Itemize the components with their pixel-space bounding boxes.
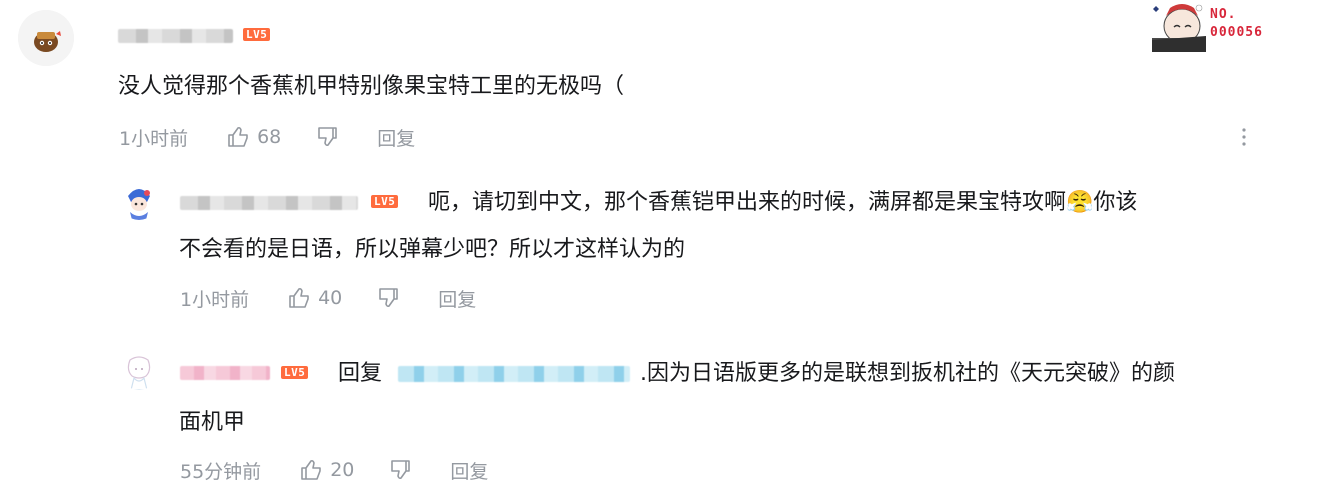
reply-text-line1: 呃，请切到中文，那个香蕉铠甲出来的时候，满屏都是果宝特攻啊😤你该 [428,190,1138,215]
mention-link-redacted[interactable] [398,366,630,382]
reply-avatar[interactable] [120,182,158,220]
reply-time: 55分钟前 [180,460,262,483]
comment-time: 1小时前 [119,127,189,150]
dislike-button[interactable] [315,125,339,149]
commenter-avatar[interactable] [18,10,74,66]
reply-avatar[interactable] [120,352,158,390]
reply-actions: 1小时前 40 回复 [180,283,476,313]
reply-time: 1小时前 [180,288,250,311]
level-badge: LV5 [281,366,309,379]
like-count: 40 [318,287,343,309]
level-badge: LV5 [243,28,271,41]
username-redacted[interactable] [180,366,270,380]
dislike-button[interactable] [376,286,400,310]
reply-button[interactable]: 回复 [450,457,488,484]
like-button[interactable]: 20 [299,458,354,482]
reply-text-line1: .因为日语版更多的是联想到扳机社的《天元突破》的颜 [640,361,1175,386]
reply-text-line2: 不会看的是日语，所以弹幕少吧？所以才这样认为的 [179,237,686,262]
fan-badge: NO. 000056 [1152,0,1282,52]
avatar-image [120,182,158,220]
reply-actions: 55分钟前 20 回复 [180,455,488,485]
comment-text: 没人觉得那个香蕉机甲特别像果宝特工里的无极吗（ [118,74,625,99]
reply-button[interactable]: 回复 [438,285,476,312]
thumbs-down-icon [391,460,411,480]
avatar-image [120,352,158,390]
more-options-button[interactable] [1236,122,1252,152]
dislike-button[interactable] [388,458,412,482]
reply-prefix: 回复 [338,361,383,386]
avatar-image [18,10,74,66]
thumbs-up-icon [301,459,321,480]
fan-badge-image [1152,0,1206,52]
like-button[interactable]: 40 [287,286,342,310]
thumbs-up-icon [289,287,309,308]
like-count: 20 [330,459,355,481]
thumbs-up-icon [228,126,248,147]
fan-badge-line2: 000056 [1210,25,1263,40]
fan-badge-line1: NO. [1210,7,1237,22]
thumbs-down-icon [379,288,399,308]
comment-actions: 1小时前 68 回复 [119,122,415,152]
reply-button[interactable]: 回复 [377,124,415,151]
more-vertical-icon [1242,128,1246,146]
like-count: 68 [257,126,282,148]
like-button[interactable]: 68 [226,125,281,149]
level-badge: LV5 [371,195,399,208]
thumbs-down-icon [318,127,338,147]
reply-text-line2: 面机甲 [179,410,246,435]
username-redacted[interactable] [118,29,233,43]
username-redacted[interactable] [180,196,358,210]
